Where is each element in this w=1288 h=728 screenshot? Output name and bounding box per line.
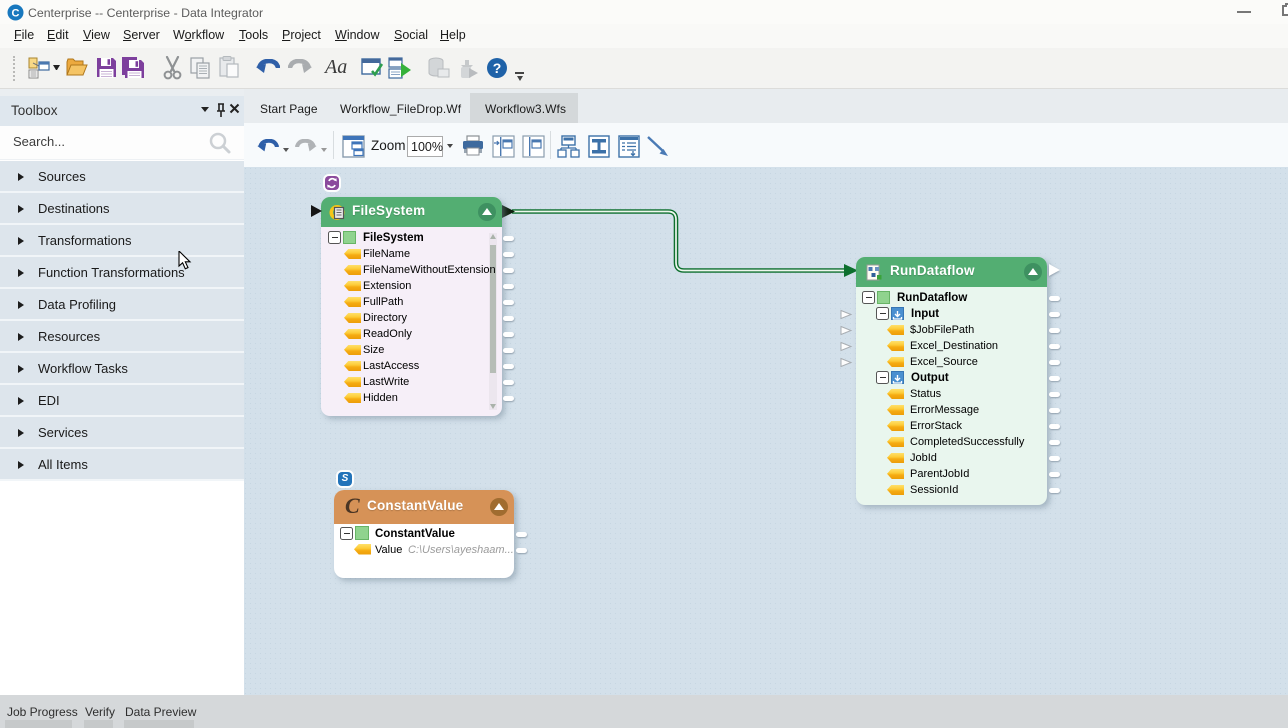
svg-text:C: C	[12, 8, 20, 20]
svg-text:?: ?	[493, 60, 502, 76]
